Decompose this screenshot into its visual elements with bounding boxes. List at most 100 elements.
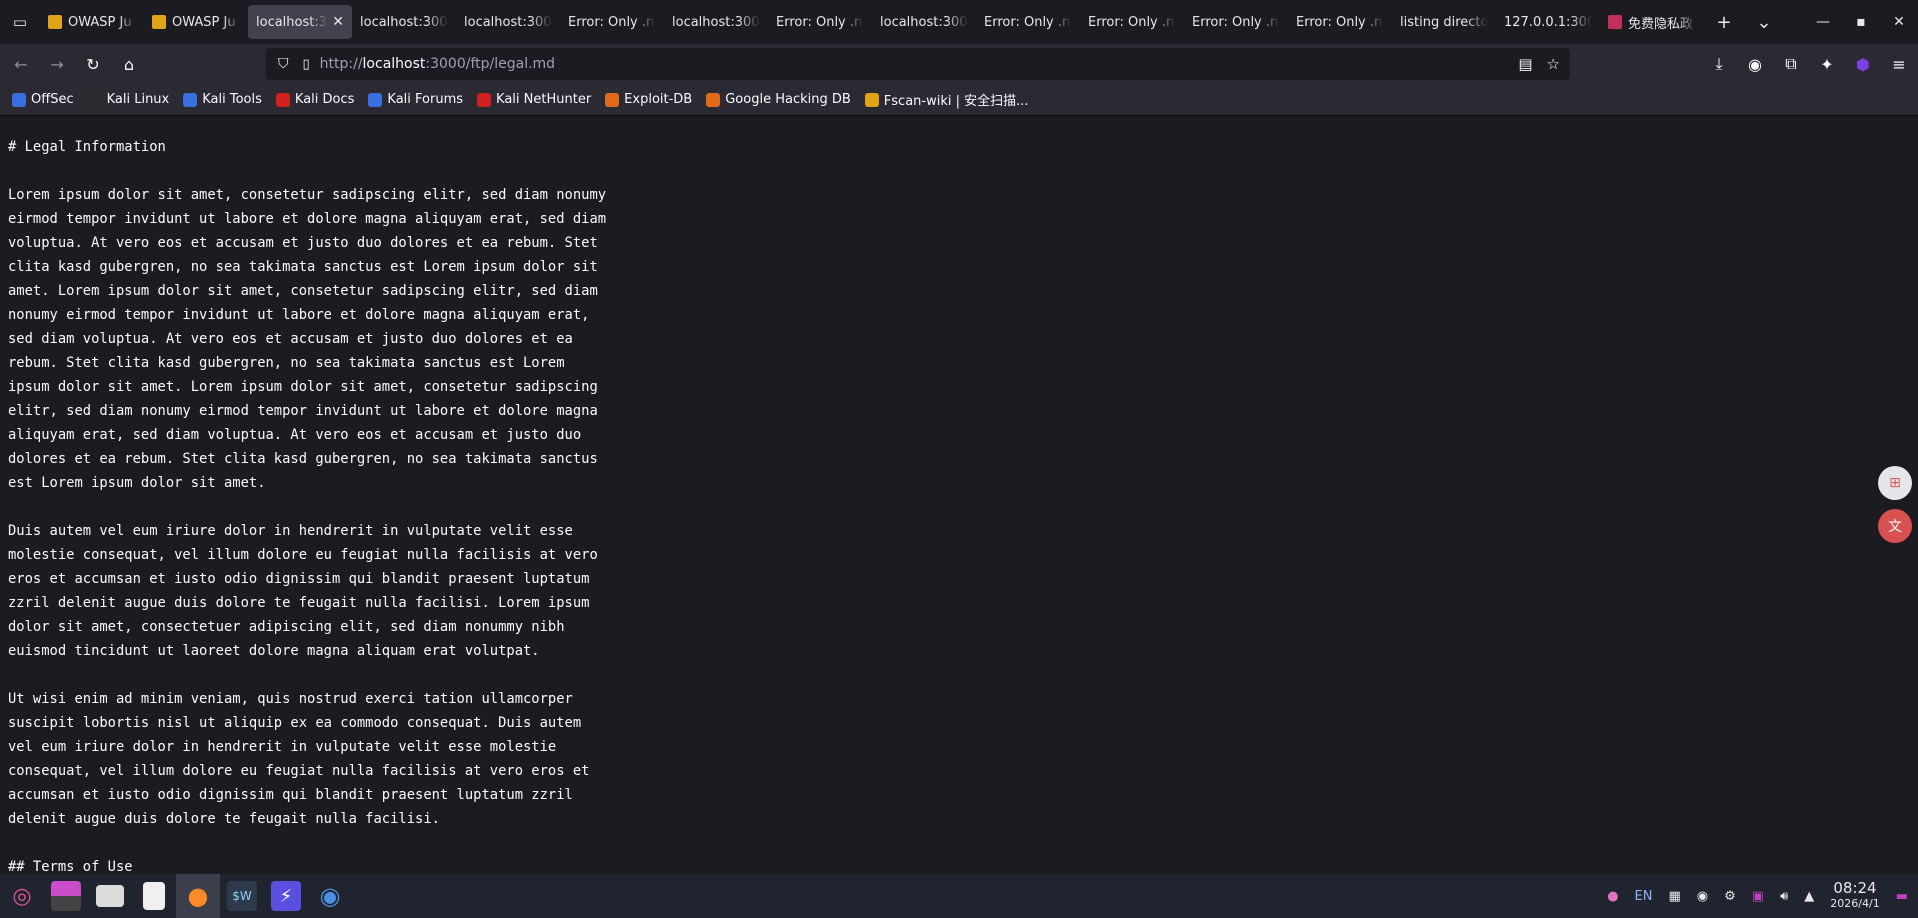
arrow-left-icon: ←: [14, 54, 28, 74]
tab-label: Error: Only .n: [1192, 14, 1279, 30]
tab-5[interactable]: Error: Only .n: [560, 5, 664, 39]
forward-button[interactable]: →: [42, 49, 72, 79]
tab-label: OWASP Ju: [172, 14, 236, 30]
firefox-icon[interactable]: ●: [176, 874, 220, 918]
side-tool-grid-icon[interactable]: ⊞: [1878, 466, 1912, 500]
extension-purple-icon[interactable]: ⬢: [1852, 55, 1874, 74]
firefox-view-icon[interactable]: ▭: [0, 0, 40, 44]
tab-4[interactable]: localhost:300: [456, 5, 560, 39]
tab-label: localhost:300: [672, 14, 760, 30]
bookmark-5[interactable]: Kali NetHunter: [477, 92, 591, 107]
bookmark-0[interactable]: OffSec: [12, 92, 74, 107]
new-tab-button[interactable]: +: [1704, 0, 1744, 44]
tab-1[interactable]: OWASP Ju: [144, 5, 248, 39]
minimize-icon[interactable]: —: [1804, 0, 1842, 44]
bookmark-star-icon[interactable]: ☆: [1547, 55, 1560, 73]
text-editor-icon[interactable]: [132, 874, 176, 918]
record-icon[interactable]: ◉: [1697, 889, 1708, 904]
menu-icon[interactable]: ≡: [1888, 55, 1910, 74]
tray-expand-icon[interactable]: ▲: [1804, 889, 1814, 904]
bookmark-4[interactable]: Kali Forums: [368, 92, 463, 107]
tab-2[interactable]: localhost:3 ✕: [248, 5, 352, 39]
bookmark-2[interactable]: Kali Tools: [183, 92, 262, 107]
bookmark-6[interactable]: Exploit-DB: [605, 92, 692, 107]
bookmark-label: Kali Linux: [106, 92, 170, 107]
tab-10[interactable]: Error: Only .n: [1080, 5, 1184, 39]
tab-6[interactable]: localhost:300: [664, 5, 768, 39]
tab-label: 免费隐私政: [1628, 16, 1694, 32]
file-manager-icon[interactable]: [88, 874, 132, 918]
settings-icon[interactable]: ⚙: [1724, 889, 1736, 904]
bookmark-1[interactable]: Kali Linux: [87, 92, 170, 107]
cat-icon[interactable]: ●: [1607, 889, 1618, 904]
tab-0[interactable]: OWASP Ju: [40, 5, 144, 39]
maximize-icon[interactable]: ▪: [1842, 0, 1880, 44]
bookmark-3[interactable]: Kali Docs: [275, 92, 355, 107]
clipboard-icon[interactable]: ▦: [1669, 889, 1681, 904]
reader-view-icon[interactable]: ▤: [1518, 55, 1532, 73]
window-controls: — ▪ ✕: [1804, 0, 1918, 44]
list-all-tabs-button[interactable]: ⌄: [1744, 0, 1784, 44]
tab-3[interactable]: localhost:300: [352, 5, 456, 39]
tab-13[interactable]: listing directo: [1392, 5, 1496, 39]
extensions-icon[interactable]: ⧉: [1780, 54, 1802, 74]
bookmark-label: Google Hacking DB: [725, 92, 851, 107]
show-desktop-icon[interactable]: ▬: [1896, 889, 1908, 904]
juice-shop-icon: [152, 15, 166, 29]
tab-label: Error: Only .n: [1088, 14, 1175, 30]
system-tray: ● EN ▦ ◉ ⚙ ▣ 🔊︎ ▲ 08:24 2026/4/1 ▬: [1607, 874, 1908, 918]
volume-icon[interactable]: 🔊︎: [1780, 889, 1788, 904]
chromium-icon[interactable]: ◉: [308, 874, 352, 918]
url-prefix: http://: [319, 56, 363, 72]
tab-9[interactable]: Error: Only .n: [976, 5, 1080, 39]
bookmark-label: Exploit-DB: [624, 92, 693, 107]
tab-12[interactable]: Error: Only .n: [1288, 5, 1392, 39]
tab-label: listing directo: [1400, 14, 1488, 30]
url-text[interactable]: http://localhost:3000/ftp/legal.md: [320, 56, 555, 72]
vpn-icon[interactable]: ▣: [1752, 889, 1764, 904]
page-content: # Legal Information Lorem ipsum dolor si…: [0, 117, 1918, 874]
reload-icon: ↻: [86, 54, 100, 74]
tab-label: Error: Only .n: [1296, 14, 1383, 30]
home-button[interactable]: ⌂: [114, 49, 144, 79]
side-translate-icon[interactable]: 文: [1878, 509, 1912, 543]
address-bar-actions: ▤ ☆: [1518, 48, 1560, 80]
tab-15[interactable]: 免费隐私政: [1600, 5, 1704, 39]
bookmark-label: Fscan-wiki | 安全扫描...: [883, 94, 1029, 109]
tab-label: localhost:300: [880, 14, 968, 30]
account-icon[interactable]: ◉: [1744, 55, 1766, 74]
terminal-icon[interactable]: $W: [220, 874, 264, 918]
input-language[interactable]: EN: [1635, 889, 1653, 904]
download-icon[interactable]: ⤓: [1708, 54, 1730, 74]
tab-label: Error: Only .n: [984, 14, 1071, 30]
burp-icon[interactable]: ⚡: [264, 874, 308, 918]
desktop-switcher-icon[interactable]: [44, 874, 88, 918]
address-bar[interactable]: ⛉ ▯ http://localhost:3000/ftp/legal.md ▤…: [266, 48, 1570, 80]
kali-menu-icon[interactable]: ◎: [0, 874, 44, 918]
clock[interactable]: 08:24 2026/4/1: [1830, 881, 1879, 911]
bookmark-favicon-icon: [706, 92, 721, 107]
tab-close-icon[interactable]: ✕: [332, 14, 344, 30]
bookmark-label: Kali Docs: [294, 92, 355, 107]
bookmark-label: Kali Tools: [202, 92, 262, 107]
tab-8[interactable]: localhost:300: [872, 5, 976, 39]
tab-11[interactable]: Error: Only .n: [1184, 5, 1288, 39]
url-host: localhost: [362, 56, 426, 72]
translate-icon[interactable]: ✦: [1816, 55, 1838, 74]
markdown-document: # Legal Information Lorem ipsum dolor si…: [8, 139, 607, 874]
back-button[interactable]: ←: [6, 49, 36, 79]
bookmark-8[interactable]: Fscan-wiki | 安全扫描...: [864, 90, 1029, 109]
bookmark-favicon-icon: [864, 92, 879, 107]
tab-label: Error: Only .n: [568, 14, 655, 30]
bookmark-favicon-icon: [87, 92, 102, 107]
bookmark-7[interactable]: Google Hacking DB: [706, 92, 851, 107]
close-icon[interactable]: ✕: [1880, 0, 1918, 44]
tab-7[interactable]: Error: Only .n: [768, 5, 872, 39]
reload-button[interactable]: ↻: [78, 49, 108, 79]
tab-14[interactable]: 127.0.0.1:300: [1496, 5, 1600, 39]
taskbar: ◎ ● $W ⚡ ◉ ● EN ▦ ◉ ⚙ ▣ 🔊︎ ▲ 08:24 2026/…: [0, 874, 1918, 918]
bookmark-favicon-icon: [183, 92, 198, 107]
url-path: :3000/ftp/legal.md: [425, 56, 556, 72]
page-icon[interactable]: ▯: [303, 57, 310, 72]
shield-icon[interactable]: ⛉: [278, 56, 289, 72]
